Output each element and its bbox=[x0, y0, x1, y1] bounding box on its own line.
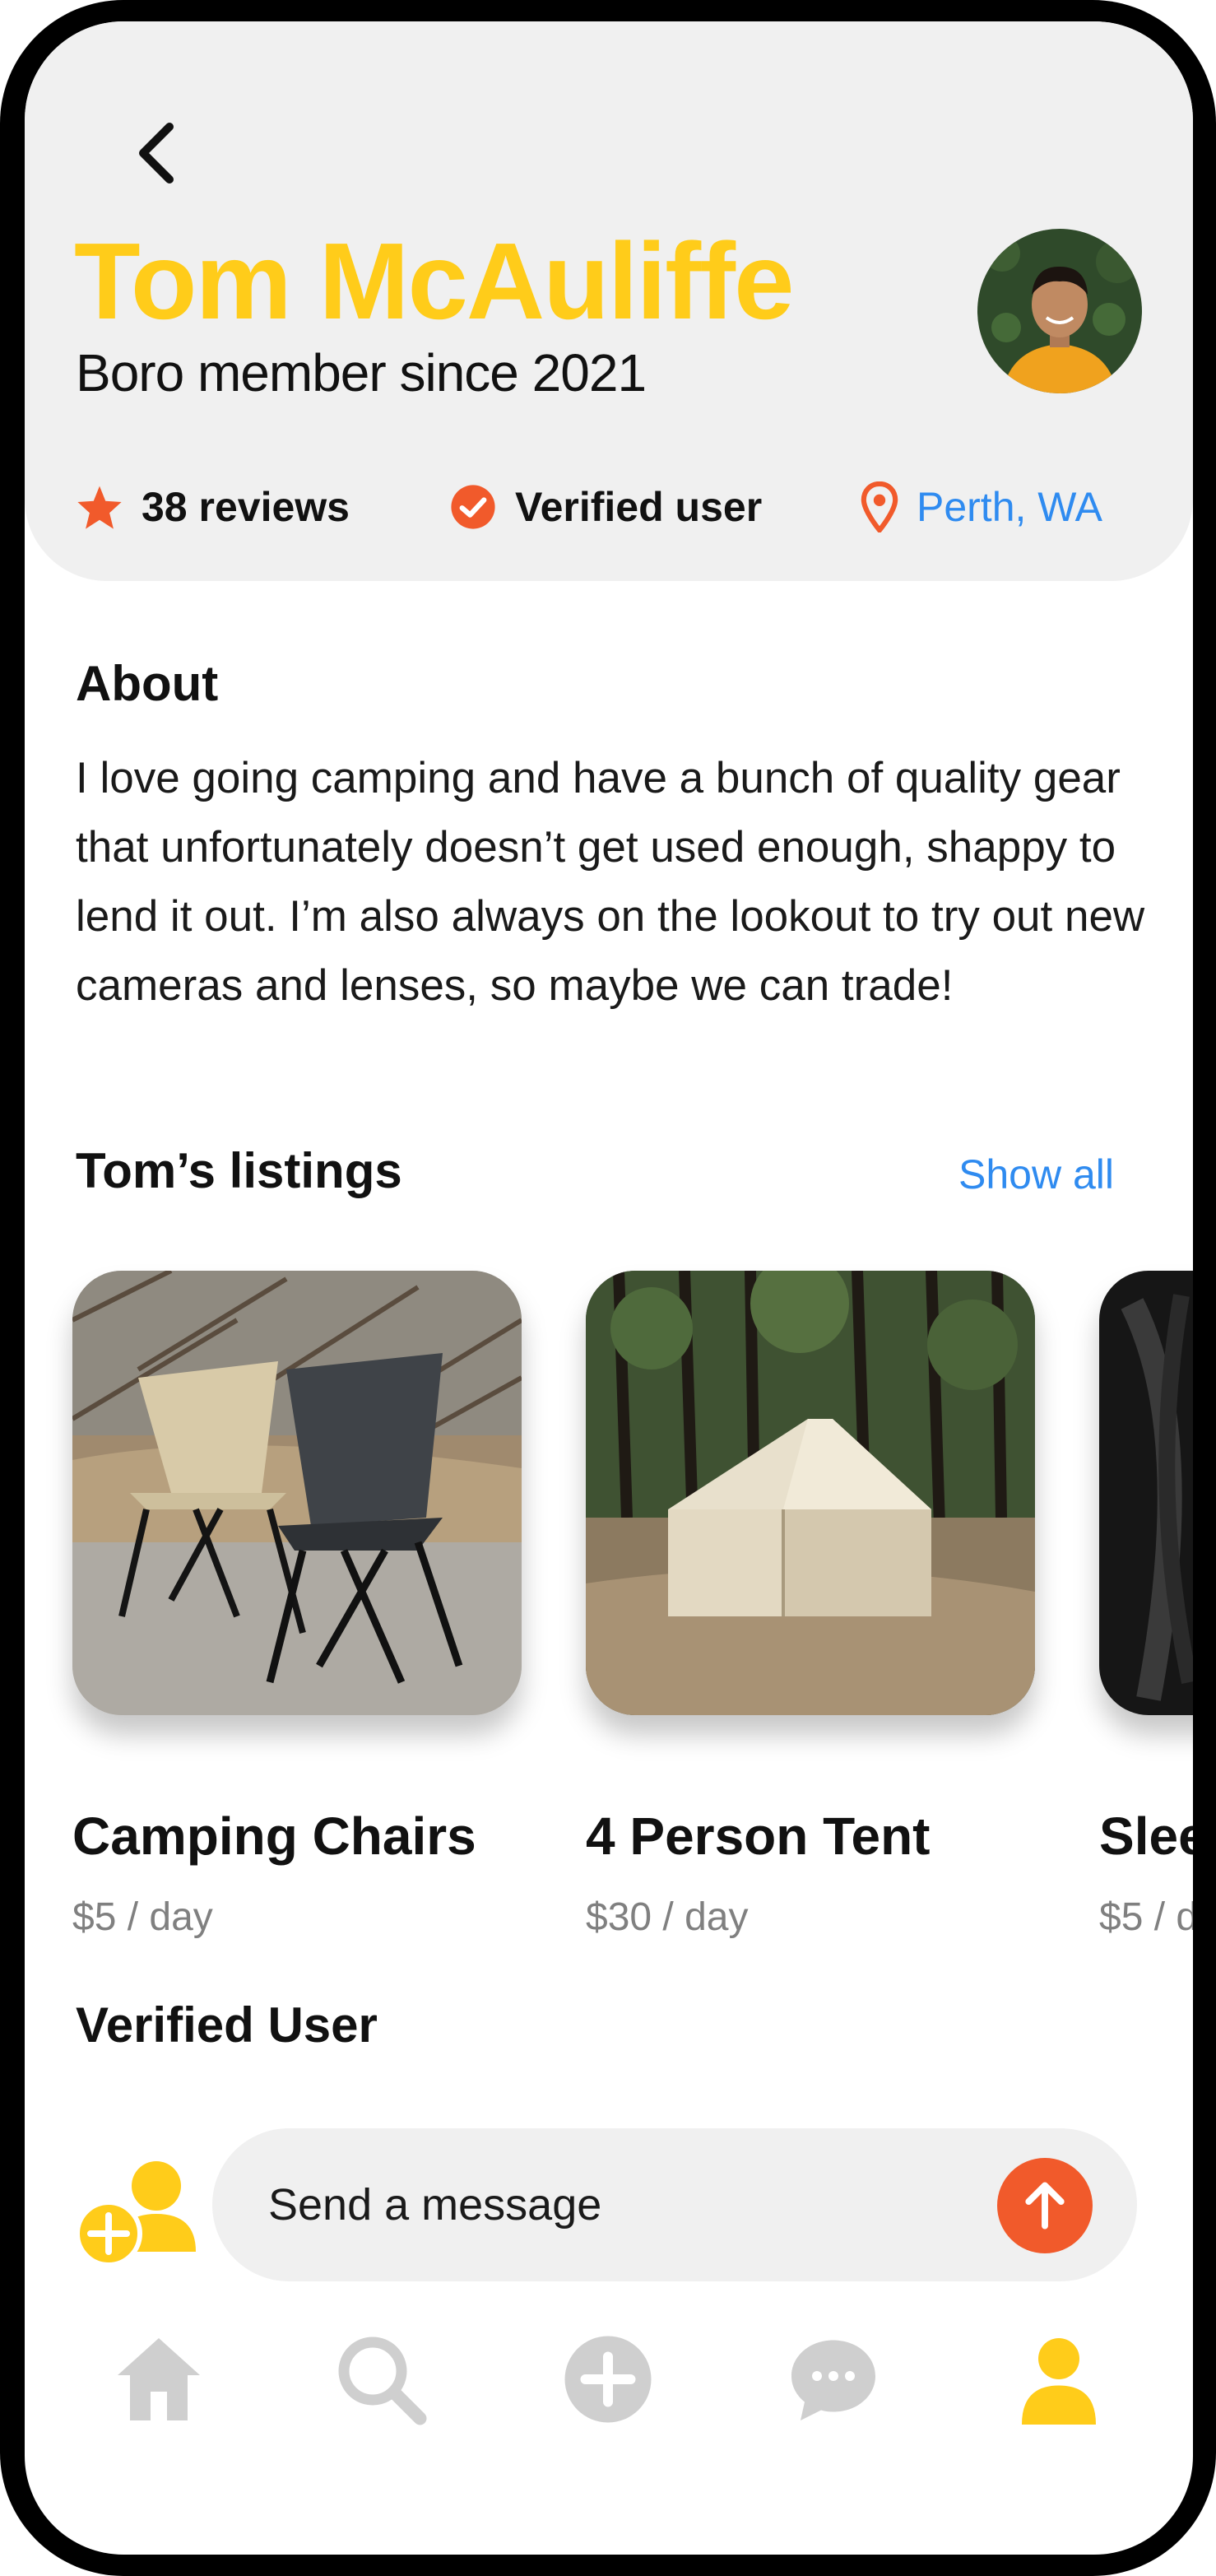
add-user-button[interactable] bbox=[74, 2153, 197, 2268]
location-pin-icon bbox=[861, 481, 898, 532]
nav-search[interactable] bbox=[327, 2326, 434, 2433]
nav-home[interactable] bbox=[105, 2326, 212, 2433]
profile-header: Tom McAuliffe Boro member since 2021 38 … bbox=[25, 21, 1193, 581]
listing-image bbox=[72, 1271, 522, 1715]
listing-price: $30 / day bbox=[586, 1895, 749, 1939]
chevron-left-icon bbox=[139, 123, 174, 184]
nav-profile[interactable] bbox=[1005, 2326, 1112, 2433]
show-all-link[interactable]: Show all bbox=[958, 1151, 1114, 1198]
listing-card[interactable]: Camping Chairs $5 / day bbox=[72, 1271, 522, 1939]
listing-price: $5 / day bbox=[1099, 1895, 1193, 1939]
listing-image bbox=[586, 1271, 1035, 1715]
verified-label: Verified user bbox=[515, 484, 763, 530]
add-user-icon bbox=[75, 2161, 196, 2267]
location-stat[interactable]: Perth, WA bbox=[861, 478, 1102, 536]
message-bar bbox=[212, 2128, 1137, 2281]
nav-chat[interactable] bbox=[780, 2326, 887, 2433]
listing-card[interactable]: 4 Person Tent $30 / day bbox=[586, 1271, 1035, 1939]
member-since: Boro member since 2021 bbox=[76, 343, 647, 402]
listing-card[interactable]: Sleeping Bag $5 / day bbox=[1099, 1271, 1193, 1939]
listing-price: $5 / day bbox=[72, 1895, 213, 1939]
add-icon bbox=[564, 2336, 652, 2423]
reviews-count: 38 reviews bbox=[142, 484, 350, 530]
profile-icon bbox=[1022, 2338, 1096, 2425]
profile-screen: Tom McAuliffe Boro member since 2021 38 … bbox=[25, 21, 1193, 2555]
star-icon bbox=[77, 486, 122, 529]
tent-photo bbox=[586, 1271, 1035, 1715]
about-heading: About bbox=[76, 656, 219, 711]
verified-stat: Verified user bbox=[449, 478, 762, 536]
location-label: Perth, WA bbox=[917, 484, 1102, 530]
camping-chairs-photo bbox=[72, 1271, 522, 1715]
phone-frame: Tom McAuliffe Boro member since 2021 38 … bbox=[0, 0, 1216, 2576]
check-circle-icon bbox=[451, 485, 495, 529]
avatar-photo bbox=[977, 229, 1142, 393]
nav-add[interactable] bbox=[555, 2326, 661, 2433]
arrow-up-icon bbox=[1025, 2182, 1065, 2230]
profile-name: Tom McAuliffe bbox=[74, 221, 795, 342]
verified-user-heading: Verified User bbox=[76, 1997, 378, 2053]
about-text: I love going camping and have a bunch of… bbox=[76, 754, 1145, 1010]
bottom-nav bbox=[25, 2326, 1193, 2457]
back-button[interactable] bbox=[123, 112, 189, 194]
listing-title: Sleeping Bag bbox=[1099, 1806, 1193, 1866]
reviews-stat[interactable]: 38 reviews bbox=[76, 478, 350, 536]
listings-heading: Tom’s listings bbox=[76, 1143, 402, 1198]
message-input[interactable] bbox=[268, 2179, 976, 2230]
avatar[interactable] bbox=[977, 229, 1142, 393]
sleeping-bag-photo bbox=[1099, 1271, 1193, 1715]
listing-image bbox=[1099, 1271, 1193, 1715]
home-icon bbox=[118, 2338, 200, 2420]
send-button[interactable] bbox=[997, 2158, 1093, 2253]
listing-title: 4 Person Tent bbox=[586, 1806, 931, 1866]
chat-icon bbox=[791, 2340, 875, 2420]
search-icon bbox=[338, 2337, 427, 2425]
listing-title: Camping Chairs bbox=[72, 1806, 476, 1866]
